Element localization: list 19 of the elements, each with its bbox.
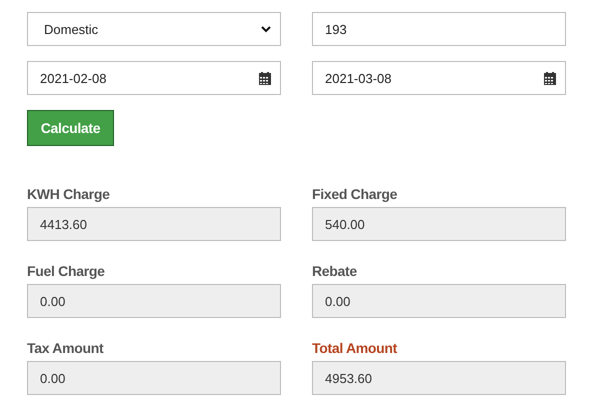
input-field[interactable]: 193 [312,12,566,46]
field-label: KWH Charge [27,186,110,202]
output-field: 4413.60 [27,207,281,241]
select-field[interactable]: Domestic [27,12,281,46]
date-field[interactable]: 2021-02-08 [27,61,281,95]
output-field: 4953.60 [312,361,566,395]
calendar-icon[interactable] [544,72,556,84]
chevron-down-icon [261,26,271,32]
date-field[interactable]: 2021-03-08 [312,61,566,95]
field-label: Fixed Charge [312,186,398,202]
output-field: 0.00 [27,361,281,395]
output-field: 540.00 [312,207,566,241]
output-field: 0.00 [27,284,281,318]
field-label: Rebate [312,263,357,279]
field-label: Fuel Charge [27,263,105,279]
calendar-icon[interactable] [259,72,271,84]
field-label: Tax Amount [27,340,104,356]
output-field: 0.00 [312,284,566,318]
field-label: Total Amount [312,340,398,356]
